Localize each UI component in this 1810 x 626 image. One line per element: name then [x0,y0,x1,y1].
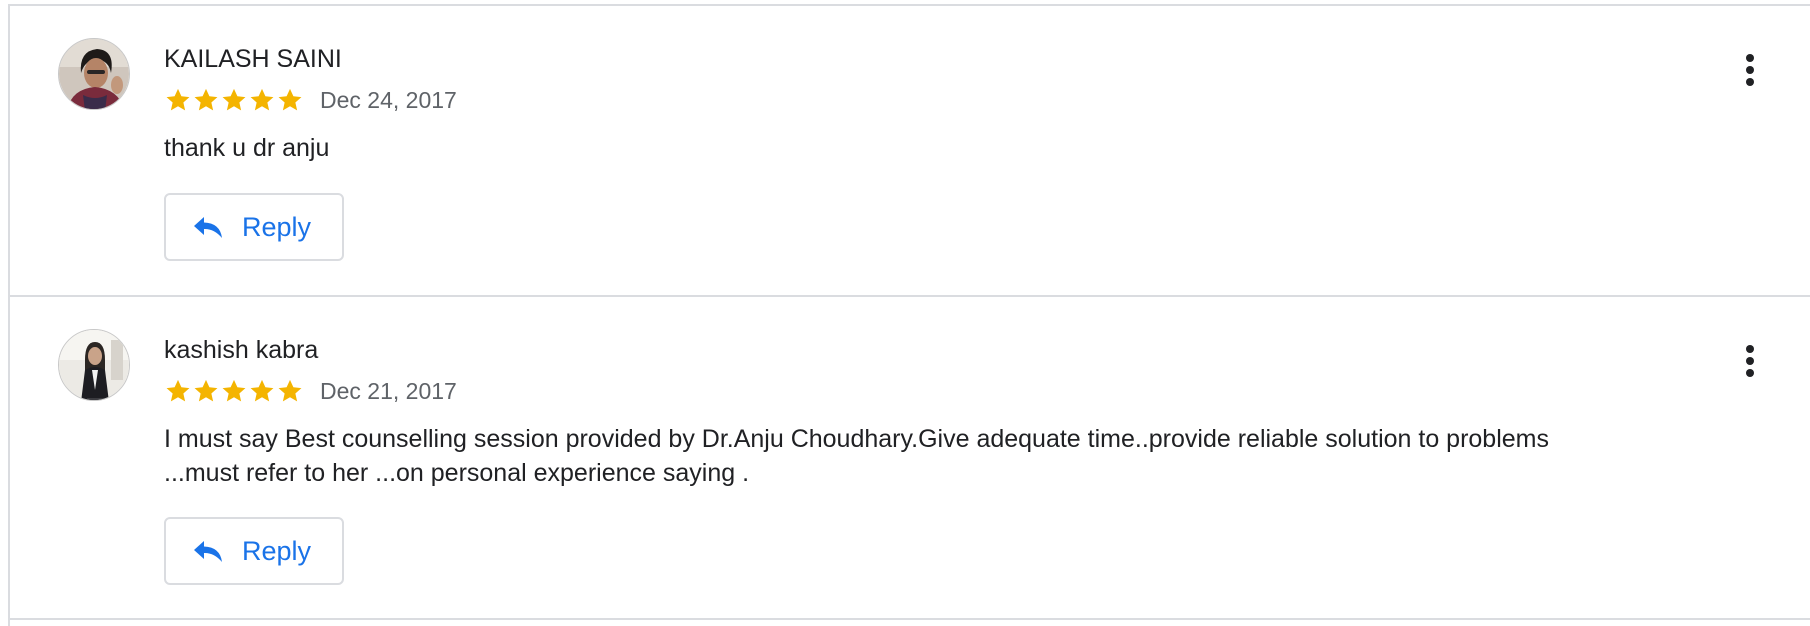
star-icon [194,88,218,111]
star-rating [164,86,304,114]
reply-button[interactable]: Reply [164,517,344,585]
more-options-button[interactable] [1730,50,1770,90]
star-icon [166,88,190,111]
star-icon [166,379,190,402]
star-icon [278,379,302,402]
review-date: Dec 21, 2017 [320,377,457,404]
review-text: I must say Best counselling session prov… [164,425,1549,487]
reviewer-avatar[interactable] [58,38,130,110]
reply-label: Reply [242,211,312,242]
review-card: kashish kabra Dec 21, 2017 I must say Be… [10,295,1810,618]
reviewer-avatar[interactable] [58,329,130,401]
reviews-page: KAILASH SAINI Dec 24, 2017 thank u dr an… [0,0,1810,626]
more-vert-icon [1746,345,1754,377]
star-icon [250,88,274,111]
more-options-button[interactable] [1730,341,1770,381]
more-vert-icon [1746,54,1754,86]
star-icon [250,379,274,402]
star-icon [194,379,218,402]
reply-label: Reply [242,535,312,566]
review-text: thank u dr anju [164,134,330,162]
reply-arrow-icon [194,541,222,562]
reviewer-name[interactable]: kashish kabra [164,335,318,365]
rating-row: Dec 24, 2017 [164,84,457,116]
review-list: KAILASH SAINI Dec 24, 2017 thank u dr an… [8,4,1810,626]
star-rating [164,377,304,405]
review-card: KAILASH SAINI Dec 24, 2017 thank u dr an… [10,4,1810,295]
divider [10,618,1810,620]
reply-arrow-icon [194,217,222,238]
reply-button[interactable]: Reply [164,193,344,261]
star-icon [222,379,246,402]
star-icon [278,88,302,111]
star-icon [222,88,246,111]
reviewer-name[interactable]: KAILASH SAINI [164,44,342,74]
rating-row: Dec 21, 2017 [164,375,457,407]
review-date: Dec 24, 2017 [320,86,457,113]
